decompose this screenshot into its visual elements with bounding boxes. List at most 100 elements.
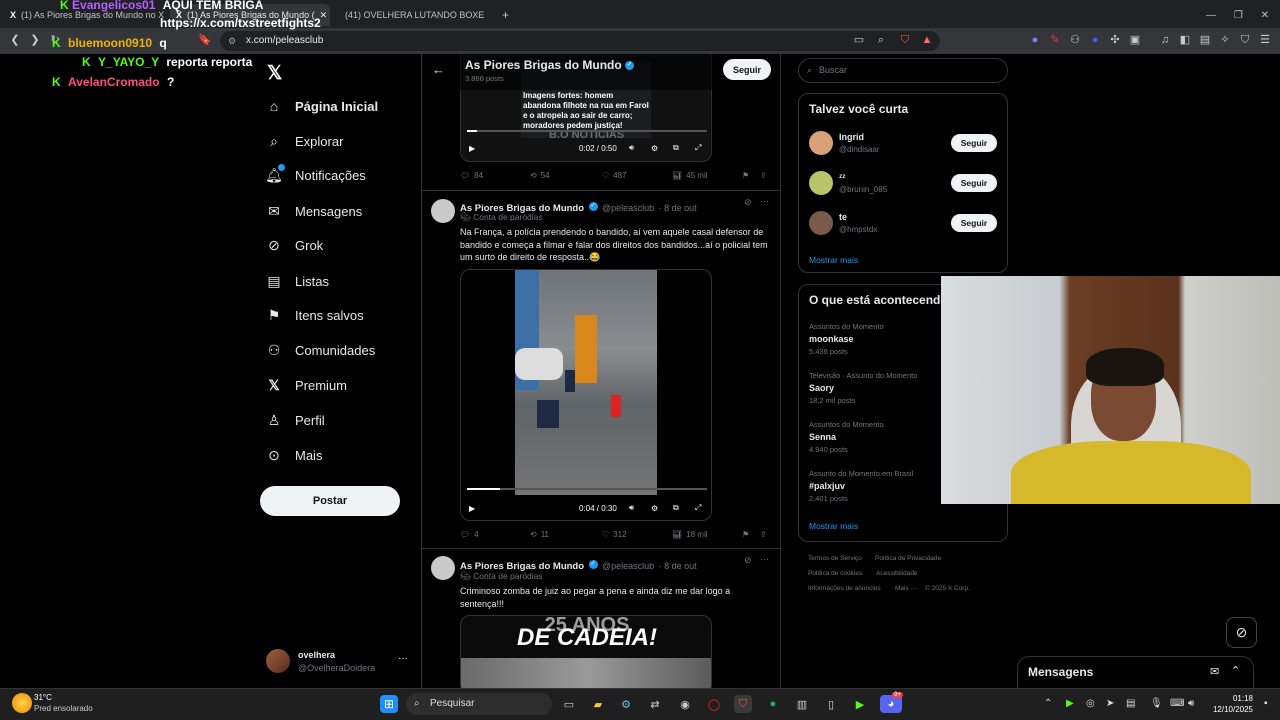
zoom-icon[interactable]: ⌕: [874, 33, 888, 47]
forward-icon[interactable]: ❯: [28, 33, 42, 47]
opera-icon[interactable]: ◯: [705, 695, 723, 713]
bookmark-button[interactable]: ⚑: [742, 530, 749, 539]
views-button[interactable]: 📊︎ 18 mil: [672, 530, 708, 539]
footer-link[interactable]: Termos de Serviço: [808, 555, 862, 562]
close-window-icon[interactable]: ✕: [1261, 10, 1269, 21]
trend-item[interactable]: moonkase: [809, 334, 854, 344]
play-icon[interactable]: ▶: [469, 504, 475, 513]
messages-drawer[interactable]: Mensagens ✉ ⌃: [1017, 656, 1254, 688]
avatar[interactable]: [809, 131, 833, 155]
media-icon[interactable]: ♫: [1158, 33, 1172, 47]
repost-button[interactable]: ⟲ 11: [530, 530, 549, 539]
brave-icon[interactable]: ⛉: [734, 695, 752, 713]
sidebar-item-lists[interactable]: ▤ Listas: [266, 273, 329, 289]
network-icon[interactable]: ⌨: [1170, 698, 1184, 709]
follow-button[interactable]: Seguir: [951, 134, 997, 152]
task-view-icon[interactable]: ▭: [560, 695, 578, 713]
notepad-icon[interactable]: ▯: [822, 695, 840, 713]
tray-app-icon[interactable]: ➤: [1106, 698, 1114, 709]
views-button[interactable]: 📊︎ 45 mil: [672, 171, 708, 180]
leo-ai-icon[interactable]: ✧: [1218, 33, 1232, 47]
show-more-link[interactable]: Mostrar mais: [809, 255, 858, 265]
kick-icon[interactable]: ▶: [851, 695, 869, 713]
tray-app-icon[interactable]: ▤: [1126, 698, 1135, 709]
extensions-icon[interactable]: ✣: [1108, 33, 1122, 47]
grok-floating-button[interactable]: ⊘: [1226, 617, 1257, 648]
reply-button[interactable]: 💬︎ 84: [460, 171, 483, 180]
browser-tab-3[interactable]: (41) OVELHERA LUTANDO BOXE KKK: [334, 4, 484, 26]
share-button[interactable]: ⇪: [760, 171, 767, 180]
sidebar-item-profile[interactable]: ♙ Perfil: [266, 412, 325, 428]
notification-icon[interactable]: ▪: [1264, 698, 1268, 709]
chevron-up-icon[interactable]: ⌃: [1231, 664, 1240, 677]
fullscreen-icon[interactable]: ⤢: [695, 503, 701, 513]
start-icon[interactable]: ⊞: [380, 695, 398, 713]
settings-icon[interactable]: ⚙: [651, 504, 658, 513]
extension-3-icon[interactable]: ⚇: [1068, 33, 1082, 47]
extension-4-icon[interactable]: ●: [1088, 33, 1102, 47]
brave-shield-icon[interactable]: ⛉: [898, 33, 912, 47]
search-input[interactable]: ⌕ Buscar: [798, 58, 1008, 83]
cast-icon[interactable]: ▭: [852, 33, 866, 47]
more-horizontal-icon[interactable]: ···: [760, 554, 769, 564]
tray-kick-icon[interactable]: ▶: [1066, 698, 1074, 709]
more-horizontal-icon[interactable]: ···: [760, 196, 769, 206]
settings-icon[interactable]: ⚙: [651, 144, 658, 153]
window-controls[interactable]: — ❐ ✕: [1200, 4, 1275, 26]
clock[interactable]: 01:18 12/10/2025: [1207, 693, 1253, 715]
spotify-icon[interactable]: ●: [764, 695, 782, 713]
footer-link[interactable]: Acessibilidade: [876, 570, 918, 577]
video-progress-track[interactable]: [467, 488, 707, 490]
microphone-icon[interactable]: 🎙︎: [1150, 698, 1163, 709]
footer-link[interactable]: Política de Privacidade: [875, 555, 941, 562]
avatar[interactable]: [809, 211, 833, 235]
vpn-icon[interactable]: ⛉: [1238, 33, 1252, 47]
weather-icon[interactable]: [12, 693, 32, 713]
sidebar-item-communities[interactable]: ⚇ Comunidades: [266, 342, 376, 358]
site-info-icon[interactable]: ⚙: [228, 31, 236, 51]
trend-item[interactable]: Senna: [809, 432, 836, 442]
sidebar-item-bookmarks[interactable]: ⚑ Itens salvos: [266, 307, 364, 323]
extension-1-icon[interactable]: ●: [1028, 33, 1042, 47]
video-progress-track[interactable]: [467, 130, 707, 132]
reply-button[interactable]: 💬︎ 4: [460, 530, 479, 539]
follow-button[interactable]: Seguir: [951, 174, 997, 192]
bookmark-button[interactable]: ⚑: [742, 171, 749, 180]
footer-link[interactable]: Mais ···: [895, 585, 917, 592]
back-icon[interactable]: ❮: [8, 33, 22, 47]
obs-icon[interactable]: ◉: [676, 695, 694, 713]
taskbar-search[interactable]: ⌕ Pesquisar: [406, 693, 552, 715]
wallet-icon[interactable]: ▤: [1198, 33, 1212, 47]
x-logo-icon[interactable]: 𝕏: [267, 62, 282, 85]
share-button[interactable]: ⇪: [760, 530, 767, 539]
volume-icon[interactable]: 🔊︎: [1188, 698, 1194, 709]
sidebar-item-more[interactable]: ⊙ Mais: [266, 447, 322, 463]
steam-icon[interactable]: ⚙: [617, 695, 635, 713]
like-button[interactable]: ♡ 312: [602, 530, 627, 539]
menu-icon[interactable]: ☰: [1258, 33, 1272, 47]
address-bar[interactable]: ⚙ x.com/peleasclub: [220, 31, 940, 51]
sidebar-item-home[interactable]: ⌂ Página Inicial: [266, 98, 378, 114]
screenshot-icon[interactable]: ▣: [1128, 33, 1142, 47]
sidebar-item-explore[interactable]: ⌕ Explorar: [266, 133, 343, 149]
avatar[interactable]: [431, 199, 455, 223]
new-tab-button[interactable]: +: [496, 4, 516, 26]
footer-link[interactable]: Política de cookies: [808, 570, 862, 577]
file-explorer-icon[interactable]: ▰: [589, 695, 607, 713]
sidebar-item-grok[interactable]: ⊘ Grok: [266, 237, 323, 253]
trend-item[interactable]: Saory: [809, 383, 834, 393]
like-button[interactable]: ♡ 487: [602, 171, 627, 180]
account-switcher[interactable]: ovelhera @OvelheraDoidera ···: [266, 647, 412, 675]
repost-button[interactable]: ⟲ 54: [530, 171, 550, 180]
grok-icon[interactable]: ⊘: [744, 197, 752, 208]
app-icon[interactable]: ▥: [793, 695, 811, 713]
volume-icon[interactable]: 🔊︎: [629, 503, 634, 513]
grok-icon[interactable]: ⊘: [744, 555, 752, 566]
sidebar-toggle-icon[interactable]: ◧: [1178, 33, 1192, 47]
sidebar-item-premium[interactable]: 𝕏 Premium: [266, 377, 347, 393]
fullscreen-icon[interactable]: ⤢: [695, 143, 701, 153]
post-button[interactable]: Postar: [260, 486, 400, 516]
show-more-link[interactable]: Mostrar mais: [809, 521, 858, 531]
pip-icon[interactable]: ⧉: [673, 143, 679, 153]
tray-overflow-icon[interactable]: ⌃: [1044, 698, 1052, 709]
